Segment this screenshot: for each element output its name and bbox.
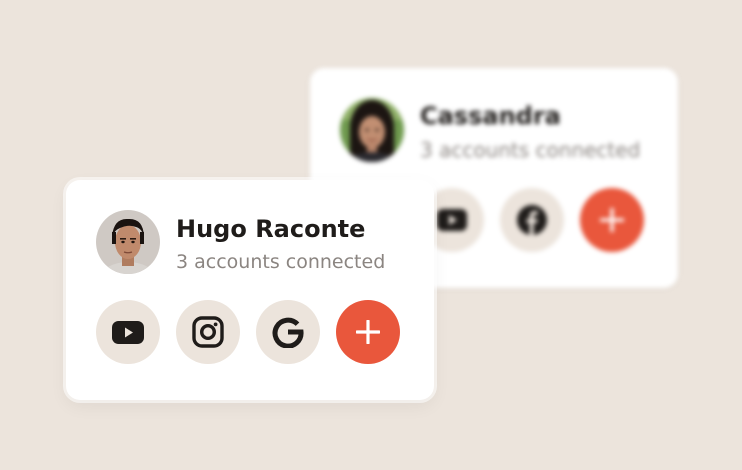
plus-icon [356,320,380,344]
youtube-icon [112,320,144,344]
account-name: Cassandra [420,102,561,130]
youtube-button[interactable] [96,300,160,364]
connected-accounts-row [96,300,400,364]
facebook-button[interactable] [500,188,564,252]
google-icon [272,317,304,348]
add-account-button[interactable] [336,300,400,364]
accounts-connected-count: 3 accounts connected [176,251,386,273]
account-name: Hugo Raconte [176,215,366,243]
instagram-button[interactable] [176,300,240,364]
connected-accounts-row [420,188,644,252]
avatar [340,98,404,162]
youtube-icon [437,209,467,231]
plus-icon [600,208,624,232]
account-card-hugo-raconte: Hugo Raconte 3 accounts connected [66,180,434,400]
google-button[interactable] [256,300,320,364]
instagram-icon [192,316,224,348]
avatar [96,210,160,274]
add-account-button[interactable] [580,188,644,252]
facebook-icon [517,205,547,235]
accounts-connected-count: 3 accounts connected [420,138,641,162]
